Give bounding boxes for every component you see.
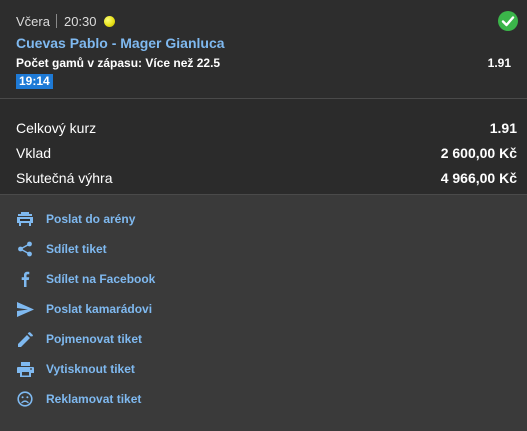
stake-label: Vklad	[16, 144, 52, 161]
check-circle-icon	[498, 11, 518, 31]
action-label: Sdílet tiket	[46, 242, 107, 256]
action-label: Poslat kamarádovi	[46, 302, 153, 316]
printer-icon	[16, 360, 34, 378]
print-ticket-button[interactable]: Vytisknout tiket	[16, 354, 527, 384]
claim-ticket-button[interactable]: Reklamovat tiket	[16, 384, 527, 414]
win-value: 4 966,00 Kč	[440, 169, 517, 186]
rename-ticket-button[interactable]: Pojmenovat tiket	[16, 324, 527, 354]
send-to-arena-button[interactable]: Poslat do arény	[16, 204, 527, 234]
share-icon	[16, 240, 34, 258]
bet-card: Včera 20:30 Cuevas Pablo - Mager Gianluc…	[0, 0, 527, 98]
stake-value: 2 600,00 Kč	[440, 144, 517, 161]
market-row: Počet gamů v zápasu: Více než 22.5 1.91	[16, 55, 511, 71]
bet-time: 20:30	[63, 13, 97, 29]
share-ticket-button[interactable]: Sdílet tiket	[16, 234, 527, 264]
bet-odds: 1.91	[487, 56, 511, 70]
pencil-icon	[16, 330, 34, 348]
total-odds-label: Celkový kurz	[16, 119, 97, 136]
bet-meta: Včera 20:30	[16, 12, 511, 30]
market-pick: Více než 22.5	[145, 56, 221, 70]
stake-row: Vklad 2 600,00 Kč	[16, 140, 517, 165]
action-label: Poslat do arény	[46, 212, 136, 226]
facebook-icon	[16, 270, 34, 288]
action-label: Vytisknout tiket	[46, 362, 135, 376]
action-label: Sdílet na Facebook	[46, 272, 156, 286]
arena-icon	[16, 210, 34, 228]
divider	[55, 14, 57, 28]
win-row: Skutečná výhra 4 966,00 Kč	[16, 165, 517, 190]
action-label: Pojmenovat tiket	[46, 332, 143, 346]
total-odds-row: Celkový kurz 1.91	[16, 115, 517, 140]
bet-summary: Celkový kurz 1.91 Vklad 2 600,00 Kč Skut…	[0, 98, 527, 195]
action-label: Reklamovat tiket	[46, 392, 142, 406]
win-label: Skutečná výhra	[16, 169, 113, 186]
live-time-badge: 19:14	[16, 74, 53, 89]
tennis-ball-icon	[103, 15, 115, 27]
send-to-friend-button[interactable]: Poslat kamarádovi	[16, 294, 527, 324]
bet-day: Včera	[16, 13, 50, 29]
market-text: Počet gamů v zápasu: Více než 22.5	[16, 56, 220, 70]
send-icon	[16, 300, 34, 318]
match-title[interactable]: Cuevas Pablo - Mager Gianluca	[16, 35, 511, 52]
sad-face-icon	[16, 390, 34, 408]
ticket-actions: Poslat do arény Sdílet tiket Sdílet na F…	[0, 195, 527, 414]
total-odds-value: 1.91	[489, 119, 517, 136]
share-facebook-button[interactable]: Sdílet na Facebook	[16, 264, 527, 294]
market-label: Počet gamů v zápasu:	[16, 56, 146, 70]
